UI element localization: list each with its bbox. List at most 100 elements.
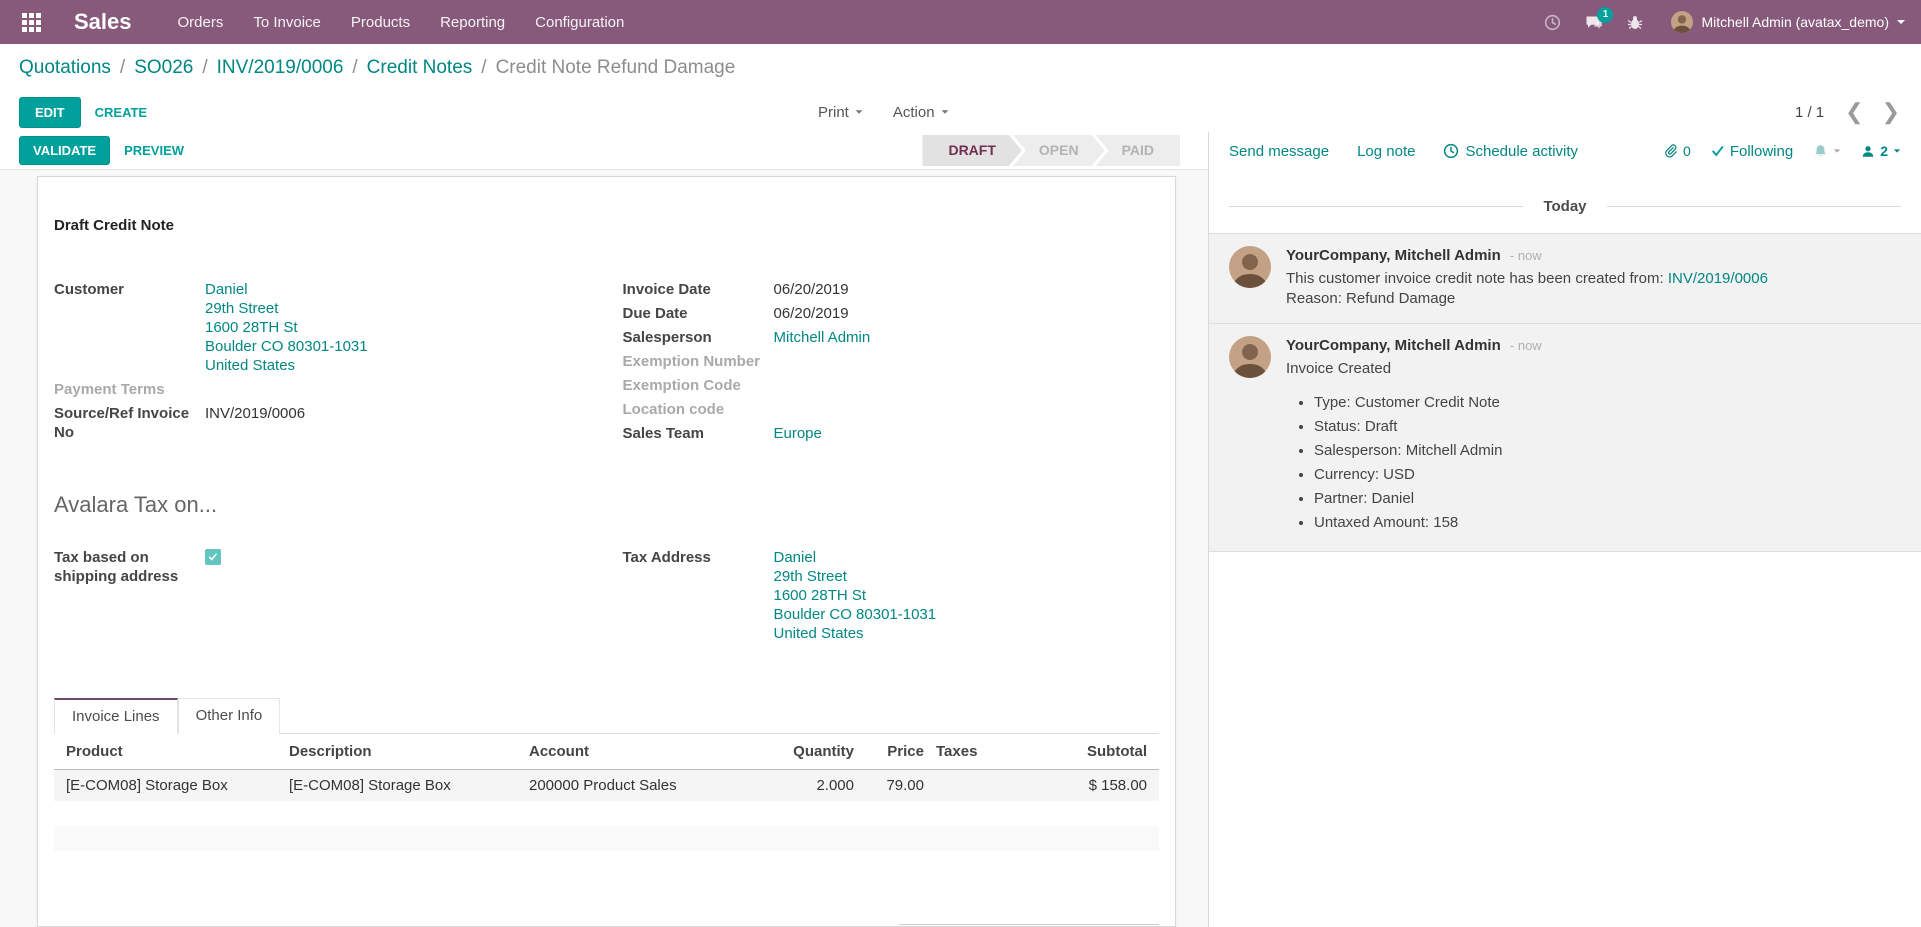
- tab-invoice-lines[interactable]: Invoice Lines: [54, 698, 178, 734]
- breadcrumb-current: Credit Note Refund Damage: [496, 57, 736, 79]
- author-avatar[interactable]: [1229, 246, 1271, 288]
- breadcrumb-quotations[interactable]: Quotations: [19, 57, 111, 79]
- activities-clock-icon[interactable]: [1544, 14, 1561, 31]
- pager-count: 1 / 1: [1795, 104, 1824, 121]
- credit-note-sheet: Draft Credit Note Customer Daniel 29th S…: [37, 176, 1176, 927]
- col-quantity: Quantity: [774, 734, 866, 770]
- cell-subtotal: $ 158.00: [1014, 770, 1159, 802]
- customer-address-line[interactable]: 29th Street: [205, 299, 368, 318]
- log-note-button[interactable]: Log note: [1357, 143, 1415, 160]
- empty-row: [54, 826, 1159, 851]
- message-count-badge: 1: [1597, 7, 1613, 23]
- nav-item-configuration[interactable]: Configuration: [535, 14, 624, 31]
- nav-item-orders[interactable]: Orders: [178, 14, 224, 31]
- attachments-button[interactable]: 0: [1663, 143, 1691, 159]
- create-button[interactable]: CREATE: [81, 98, 161, 127]
- pager-next-icon[interactable]: ❯: [1877, 101, 1905, 123]
- col-account: Account: [529, 734, 774, 770]
- due-date-label: Due Date: [623, 304, 774, 323]
- following-button[interactable]: Following: [1711, 143, 1793, 160]
- status-open[interactable]: OPEN: [1013, 135, 1105, 166]
- customer-link[interactable]: Daniel: [205, 280, 368, 299]
- tax-address-line[interactable]: 1600 28TH St: [774, 586, 937, 605]
- tax-address-line[interactable]: 29th Street: [774, 567, 937, 586]
- user-name: Mitchell Admin (avatax_demo): [1701, 14, 1889, 30]
- chevron-down-icon: [855, 110, 862, 113]
- message-thread: Today YourCompany, Mitchell Admin - now …: [1209, 170, 1921, 927]
- breadcrumb-credit-notes[interactable]: Credit Notes: [367, 57, 473, 79]
- cell-price: 79.00: [866, 770, 936, 802]
- list-item: Type: Customer Credit Note: [1314, 393, 1542, 413]
- user-avatar: [1671, 11, 1693, 33]
- user-menu[interactable]: Mitchell Admin (avatax_demo): [1671, 11, 1905, 33]
- messages-icon[interactable]: 1: [1585, 14, 1603, 31]
- paperclip-icon: [1663, 143, 1678, 159]
- breadcrumb-so026[interactable]: SO026: [134, 57, 193, 79]
- table-header-row: Product Description Account Quantity Pri…: [54, 734, 1159, 770]
- message-author[interactable]: YourCompany, Mitchell Admin: [1286, 337, 1501, 354]
- breadcrumb-separator: /: [120, 57, 125, 79]
- tax-address-label: Tax Address: [623, 548, 774, 643]
- message-timestamp: - now: [1510, 338, 1542, 353]
- status-paid[interactable]: PAID: [1096, 135, 1180, 166]
- bell-icon: [1813, 143, 1828, 159]
- col-description: Description: [289, 734, 529, 770]
- follower-count: 2: [1880, 143, 1888, 159]
- edit-button[interactable]: EDIT: [19, 97, 81, 128]
- message-author[interactable]: YourCompany, Mitchell Admin: [1286, 247, 1501, 264]
- debug-bug-icon[interactable]: [1627, 14, 1643, 31]
- empty-row: [54, 851, 1159, 876]
- invoice-date-value: 06/20/2019: [774, 280, 849, 299]
- salesperson-link[interactable]: Mitchell Admin: [774, 329, 871, 346]
- author-avatar[interactable]: [1229, 336, 1271, 378]
- salesperson-label: Salesperson: [623, 328, 774, 347]
- grid-icon: [22, 13, 44, 32]
- tax-address-line[interactable]: Daniel: [774, 548, 937, 567]
- breadcrumb-separator: /: [481, 57, 486, 79]
- apps-menu-icon[interactable]: [22, 11, 44, 33]
- status-widget: DRAFT OPEN PAID: [922, 135, 1180, 166]
- breadcrumb-separator: /: [202, 57, 207, 79]
- preview-button[interactable]: PREVIEW: [110, 136, 198, 165]
- tax-shipping-label: Tax based on shipping address: [54, 548, 205, 586]
- tax-shipping-checkbox[interactable]: [205, 549, 221, 565]
- subscription-bell-button[interactable]: [1813, 143, 1841, 159]
- nav-item-to-invoice[interactable]: To Invoice: [253, 14, 321, 31]
- customer-address-line[interactable]: United States: [205, 356, 368, 375]
- sales-team-label: Sales Team: [623, 424, 774, 443]
- nav-item-products[interactable]: Products: [351, 14, 410, 31]
- col-price: Price: [866, 734, 936, 770]
- exemption-number-label: Exemption Number: [623, 352, 774, 371]
- message-reason: Reason: Refund Damage: [1286, 289, 1768, 309]
- followers-button[interactable]: 2: [1861, 143, 1901, 159]
- chevron-down-icon: [941, 110, 948, 113]
- table-row[interactable]: [E-COM08] Storage Box [E-COM08] Storage …: [54, 770, 1159, 802]
- sheet-area: Draft Credit Note Customer Daniel 29th S…: [0, 170, 1208, 927]
- customer-value: Daniel 29th Street 1600 28TH St Boulder …: [205, 280, 368, 375]
- form-pane: VALIDATE PREVIEW DRAFT OPEN PAID Draft C…: [0, 132, 1209, 927]
- tax-address-line[interactable]: United States: [774, 624, 937, 643]
- tab-other-info[interactable]: Other Info: [178, 698, 281, 734]
- customer-address-line[interactable]: Boulder CO 80301-1031: [205, 337, 368, 356]
- payment-terms-label: Payment Terms: [54, 380, 205, 399]
- empty-row: [54, 801, 1159, 826]
- tax-address-line[interactable]: Boulder CO 80301-1031: [774, 605, 937, 624]
- tax-address-value: Daniel 29th Street 1600 28TH St Boulder …: [774, 548, 937, 643]
- cell-taxes: [936, 770, 1014, 802]
- message-body: Invoice Created Type: Customer Credit No…: [1286, 359, 1542, 533]
- status-draft[interactable]: DRAFT: [922, 135, 1021, 166]
- sales-team-link[interactable]: Europe: [774, 425, 822, 442]
- breadcrumb-invoice[interactable]: INV/2019/0006: [217, 57, 344, 79]
- action-dropdown[interactable]: Action: [893, 104, 949, 121]
- source-invoice-link[interactable]: INV/2019/0006: [1668, 270, 1768, 287]
- customer-address-line[interactable]: 1600 28TH St: [205, 318, 368, 337]
- schedule-activity-button[interactable]: Schedule activity: [1443, 143, 1578, 160]
- send-message-button[interactable]: Send message: [1229, 143, 1329, 160]
- message-timestamp: - now: [1510, 248, 1542, 263]
- print-dropdown[interactable]: Print: [818, 104, 863, 121]
- app-name[interactable]: Sales: [74, 9, 132, 35]
- validate-button[interactable]: VALIDATE: [19, 136, 110, 165]
- nav-item-reporting[interactable]: Reporting: [440, 14, 505, 31]
- breadcrumb: Quotations / SO026 / INV/2019/0006 / Cre…: [0, 44, 1921, 92]
- pager-prev-icon[interactable]: ❮: [1840, 101, 1868, 123]
